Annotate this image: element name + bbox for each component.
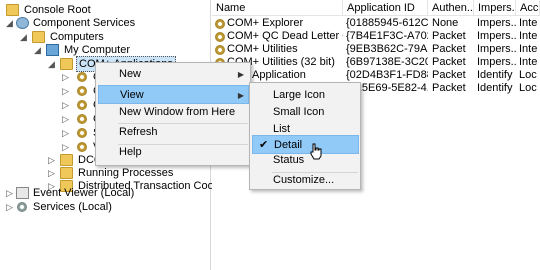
menu-item-label: List	[273, 123, 291, 135]
cell-name: Application	[252, 69, 306, 81]
menu-item-new[interactable]: New ▶	[98, 65, 248, 84]
component-icon	[77, 128, 87, 138]
menu-item-label: New	[119, 68, 142, 80]
component-icon	[77, 114, 87, 124]
submenu-arrow-icon: ▶	[237, 70, 244, 79]
collapse-icon[interactable]: ◢	[5, 15, 14, 31]
cell-auth: Packet	[432, 82, 466, 94]
tree-label: Services (Local)	[33, 201, 112, 213]
menu-item-label: Small Icon	[273, 106, 325, 118]
expand-icon[interactable]: ▷	[5, 199, 14, 215]
menu-item-label: Status	[273, 154, 305, 166]
application-icon	[215, 19, 225, 29]
column-header-application-id[interactable]: Application ID	[343, 0, 428, 16]
computer-icon	[46, 44, 59, 56]
folder-icon	[60, 154, 73, 166]
component-icon	[77, 100, 87, 110]
cell-access: Loc	[519, 82, 537, 94]
menu-item-label: Detail	[274, 139, 303, 151]
component-services-icon	[16, 17, 29, 29]
menu-item-customize[interactable]: Customize...	[252, 171, 358, 190]
hand-cursor-icon	[310, 143, 322, 160]
menu-item-refresh[interactable]: Refresh	[98, 123, 248, 142]
expand-icon[interactable]: ▷	[61, 139, 70, 155]
services-icon	[17, 202, 27, 212]
menu-item-label: Help	[119, 146, 142, 158]
menu-item-view[interactable]: View ▶	[98, 85, 249, 104]
application-icon	[215, 45, 225, 55]
menu-item-status[interactable]: Status	[252, 151, 358, 170]
view-submenu[interactable]: Large Icon Small Icon List ✔ Detail Stat…	[249, 82, 361, 190]
menu-item-help[interactable]: Help	[98, 143, 248, 162]
menu-item-label: Large Icon	[273, 89, 325, 101]
menu-item-label: Customize...	[273, 174, 335, 186]
menu-item-label: View	[120, 89, 144, 101]
application-icon	[215, 32, 225, 42]
collapse-icon[interactable]: ◢	[47, 56, 56, 72]
menu-item-label: Refresh	[119, 126, 158, 138]
collapse-icon[interactable]: ◢	[33, 42, 42, 58]
component-icon	[77, 86, 87, 96]
cell-imp: Identify	[477, 82, 513, 94]
column-header-name[interactable]: Name	[212, 0, 343, 16]
component-icon	[77, 142, 87, 152]
component-icon	[77, 72, 87, 82]
menu-item-new-window[interactable]: New Window from Here	[98, 103, 248, 122]
menu-item-label: New Window from Here	[119, 106, 236, 118]
column-header-impersonation[interactable]: Impers...	[474, 0, 516, 16]
collapse-icon[interactable]: ◢	[19, 29, 28, 45]
column-header-access[interactable]: Acc	[516, 0, 540, 16]
context-menu[interactable]: New ▶ View ▶ New Window from Here Refres…	[95, 62, 251, 166]
event-viewer-icon	[16, 187, 29, 199]
folder-icon	[60, 167, 73, 179]
column-header-authentication[interactable]: Authen...	[428, 0, 474, 16]
